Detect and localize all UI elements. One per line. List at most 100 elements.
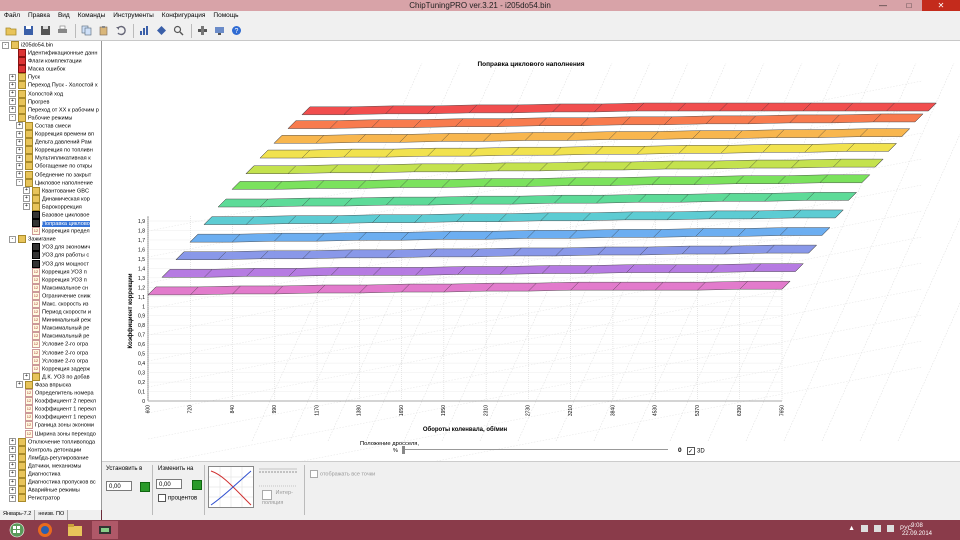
- tree-item[interactable]: 12 Коррекция задерж: [0, 364, 101, 373]
- tree-item[interactable]: 12 Макс. скорость из: [0, 300, 101, 308]
- explorer-icon[interactable]: [62, 521, 88, 539]
- expand-icon[interactable]: +: [23, 187, 30, 195]
- menu-commands[interactable]: Команды: [74, 11, 110, 21]
- expand-icon[interactable]: +: [23, 373, 30, 381]
- tree-item[interactable]: Идентификационные данн: [0, 49, 101, 58]
- tree-item[interactable]: + Дельта давлений Рам: [0, 138, 101, 147]
- tree-item[interactable]: УОЗ для работы с: [0, 251, 101, 260]
- tree-item[interactable]: + Обогащение по откры: [0, 162, 101, 171]
- tree-item[interactable]: + Барокоррекция: [0, 202, 101, 211]
- expand-icon[interactable]: +: [9, 73, 16, 81]
- change-value-input[interactable]: 0,00: [156, 479, 182, 489]
- expand-icon[interactable]: +: [9, 446, 16, 454]
- save-icon[interactable]: [21, 24, 35, 38]
- expand-icon[interactable]: +: [9, 454, 16, 462]
- firefox-icon[interactable]: [32, 521, 58, 539]
- tree-item[interactable]: 12 Условие 2-го огра: [0, 356, 101, 365]
- checksum-icon[interactable]: [154, 24, 168, 38]
- tree-item[interactable]: + Диагностика: [0, 469, 101, 478]
- network-icon[interactable]: [861, 525, 868, 532]
- tree-item[interactable]: Поправка циклово: [0, 219, 101, 228]
- tree-item[interactable]: + Динамическая кор: [0, 194, 101, 203]
- tree-item[interactable]: УОЗ для экономич: [0, 243, 101, 252]
- tree-item[interactable]: + Пуск: [0, 73, 101, 82]
- tree-item[interactable]: + Контроль детонации: [0, 445, 101, 454]
- show-all-points-option[interactable]: отображать все точки: [310, 470, 375, 478]
- set-value-input[interactable]: 0,00: [106, 481, 132, 491]
- tree-item[interactable]: 12 Условие 2-го огра: [0, 348, 101, 357]
- expand-icon[interactable]: +: [16, 138, 23, 146]
- tree-item[interactable]: + Переход от ХХ к рабочим р: [0, 105, 101, 114]
- project-tree[interactable]: - i205do54.bin Идентификационные данн Флаги…: [0, 41, 102, 510]
- expand-icon[interactable]: +: [9, 90, 16, 98]
- apply-set-button[interactable]: [140, 482, 150, 492]
- 3d-toggle[interactable]: ✓ 3D: [687, 447, 705, 455]
- tree-item[interactable]: Базовое цикловое: [0, 210, 101, 219]
- tree-item[interactable]: - i205do54.bin: [0, 41, 101, 49]
- expand-icon[interactable]: +: [9, 478, 16, 486]
- tree-item[interactable]: 12 Минимальный реж: [0, 316, 101, 325]
- apply-change-button[interactable]: [192, 480, 202, 490]
- tree-item[interactable]: 12 Период скорости и: [0, 308, 101, 317]
- tree-item[interactable]: 12 Коррекция УОЗ п: [0, 275, 101, 284]
- tree-item[interactable]: 12 Максимальный ре: [0, 324, 101, 333]
- tools-icon[interactable]: [195, 24, 209, 38]
- tree-item[interactable]: 12 Коэффициент 2 перекл: [0, 397, 101, 406]
- maximize-button[interactable]: □: [896, 0, 922, 11]
- tree-item[interactable]: + Коррекция по топливн: [0, 146, 101, 155]
- tree-item[interactable]: + Квантование GBC: [0, 186, 101, 195]
- expand-icon[interactable]: +: [16, 381, 23, 389]
- expand-icon[interactable]: +: [9, 98, 16, 106]
- help-icon[interactable]: ?: [229, 24, 243, 38]
- tree-item[interactable]: 12 Максимальное сн: [0, 283, 101, 292]
- tree-item[interactable]: + Датчики, механизмы: [0, 461, 101, 470]
- tree-item[interactable]: Флаги комплектации: [0, 57, 101, 66]
- clock[interactable]: 9:08 22.09.2014: [902, 522, 932, 538]
- collapse-icon[interactable]: -: [9, 114, 16, 122]
- save-as-icon[interactable]: [38, 24, 52, 38]
- expand-icon[interactable]: +: [9, 81, 16, 89]
- expand-icon[interactable]: +: [9, 470, 16, 478]
- print-icon[interactable]: [55, 24, 69, 38]
- tree-item[interactable]: + Прогрев: [0, 97, 101, 106]
- menu-view[interactable]: Вид: [54, 11, 74, 21]
- expand-icon[interactable]: +: [16, 146, 23, 154]
- connect-icon[interactable]: [212, 24, 226, 38]
- expand-icon[interactable]: +: [16, 171, 23, 178]
- collapse-icon[interactable]: -: [9, 235, 16, 243]
- tree-item[interactable]: 12 Определитель номера: [0, 389, 101, 398]
- menu-file[interactable]: Файл: [0, 11, 24, 21]
- tree-item[interactable]: 12 Коэффициент 1 перекл: [0, 413, 101, 422]
- tree-item[interactable]: 12 Условие 2-го огра: [0, 340, 101, 349]
- tree-item[interactable]: - Цикловое наполнение: [0, 178, 101, 187]
- tree-item[interactable]: + Лямбда-регулирование: [0, 453, 101, 462]
- throttle-slider-thumb[interactable]: [402, 446, 405, 454]
- expand-icon[interactable]: +: [9, 486, 16, 494]
- open-icon[interactable]: [4, 24, 18, 38]
- close-button[interactable]: ✕: [922, 0, 960, 11]
- expand-icon[interactable]: +: [23, 195, 30, 203]
- start-button[interactable]: [4, 521, 30, 539]
- interpolation-button[interactable]: Интер-поляция: [262, 490, 300, 506]
- tree-item[interactable]: УОЗ для мощност: [0, 259, 101, 268]
- tree-item[interactable]: + Коррекция времени вп: [0, 130, 101, 139]
- tree-item[interactable]: 12 Коррекция УОЗ п: [0, 267, 101, 276]
- curve-preview[interactable]: [208, 466, 254, 508]
- tree-item[interactable]: 12 Граница зоны экономи: [0, 421, 101, 430]
- chart-area[interactable]: Поправка циклового наполнения 600 720 840 99…: [102, 41, 960, 518]
- expand-icon[interactable]: +: [23, 203, 30, 211]
- percent-option[interactable]: процентов: [158, 494, 197, 502]
- tree-item[interactable]: 12 Максимальный ре: [0, 332, 101, 341]
- expand-icon[interactable]: +: [9, 462, 16, 470]
- tray-arrow-icon[interactable]: ▲: [848, 525, 855, 532]
- tree-item[interactable]: + Холостой ход: [0, 89, 101, 98]
- menu-edit[interactable]: Правка: [24, 11, 54, 21]
- interp-mode-preview[interactable]: [258, 466, 298, 478]
- tree-item[interactable]: + Д.К. УОЗ по добав: [0, 372, 101, 381]
- tree-item[interactable]: 12 Коэффициент 1 перекл: [0, 405, 101, 414]
- paste-icon[interactable]: [96, 24, 110, 38]
- collapse-icon[interactable]: -: [2, 41, 9, 49]
- expand-icon[interactable]: +: [9, 494, 16, 502]
- tree-item[interactable]: + Аварийные режимы: [0, 486, 101, 495]
- tree-item[interactable]: Маска ошибок: [0, 65, 101, 74]
